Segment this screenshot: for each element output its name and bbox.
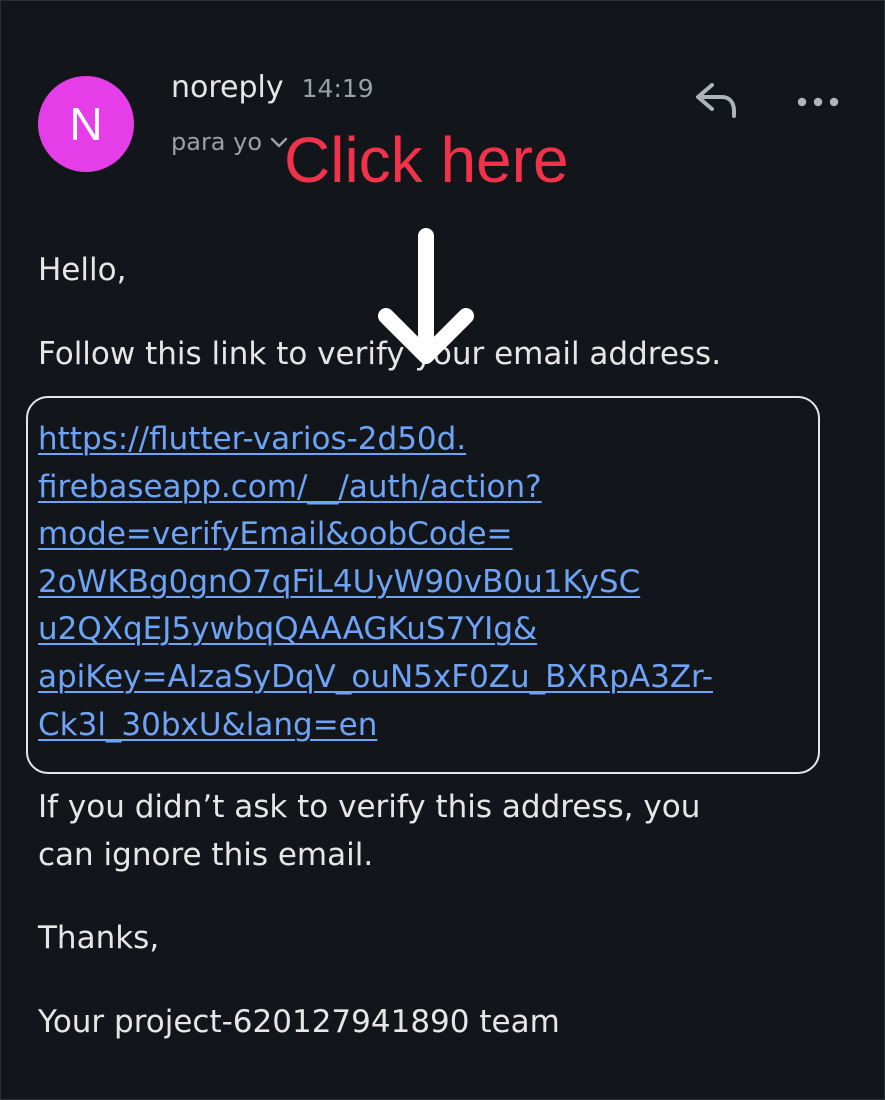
- sender-name[interactable]: noreply: [171, 70, 284, 105]
- link-line[interactable]: apiKey=AIzaSyDqV_ouN5xF0Zu_BXRpA3Zr-: [38, 654, 808, 702]
- link-line[interactable]: 2oWKBg0gnO7qFiL4UyW90vB0u1KySC: [38, 559, 808, 607]
- link-line[interactable]: firebaseapp.com/__/auth/action?: [38, 464, 808, 512]
- more-options-button[interactable]: [790, 80, 846, 124]
- link-line[interactable]: u2QXqEJ5ywbqQAAAGKuS7YIg&: [38, 606, 808, 654]
- ignore-text-line-1: If you didn’t ask to verify this address…: [38, 789, 701, 825]
- link-line[interactable]: mode=verifyEmail&oobCode=: [38, 511, 808, 559]
- avatar-letter: N: [69, 98, 103, 150]
- link-line[interactable]: Ck3l_30bxU&lang=en: [38, 702, 808, 750]
- arrow-down-icon: [374, 226, 478, 376]
- reply-button[interactable]: [688, 78, 744, 126]
- signoff-text: Your project-620127941890 team: [38, 1004, 560, 1040]
- more-horizontal-icon: [796, 93, 840, 112]
- thanks-text: Thanks,: [38, 920, 160, 956]
- recipient-label: para yo: [171, 128, 263, 156]
- reply-icon: [692, 80, 740, 124]
- sender-row: noreply 14:19: [171, 70, 374, 105]
- timestamp: 14:19: [301, 74, 374, 103]
- recipient-toggle[interactable]: para yo: [171, 128, 288, 156]
- greeting: Hello,: [38, 252, 127, 288]
- ignore-text-line-2: can ignore this email.: [38, 837, 374, 873]
- avatar[interactable]: N: [38, 76, 134, 172]
- click-here-callout: Click here: [284, 124, 569, 196]
- verification-link[interactable]: https://flutter-varios-2d50d. firebaseap…: [38, 416, 808, 749]
- link-line[interactable]: https://flutter-varios-2d50d.: [38, 416, 808, 464]
